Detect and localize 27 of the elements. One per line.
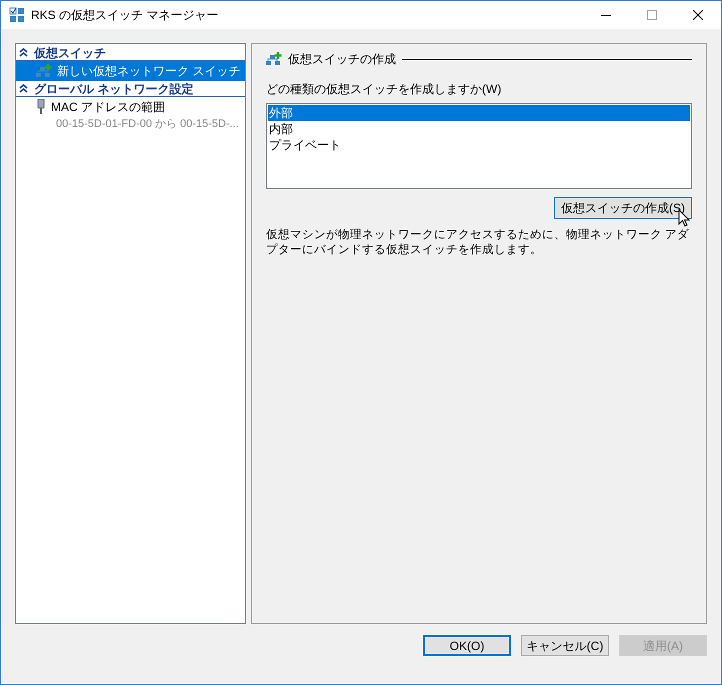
maximize-icon bbox=[647, 10, 657, 20]
tree-item[interactable]: MAC アドレスの範囲 00-15-5D-01-FD-00 から 00-15-5D-... bbox=[16, 97, 245, 134]
collapse-chevron-icon[interactable] bbox=[19, 48, 28, 57]
section-title: 仮想スイッチ bbox=[34, 44, 106, 62]
minimize-icon bbox=[601, 14, 611, 16]
list-option[interactable]: 内部 bbox=[268, 121, 690, 137]
section-title: グローバル ネットワーク設定 bbox=[34, 80, 194, 98]
dialog-button[interactable]: キャンセル(C) bbox=[521, 635, 609, 656]
item-label: 新しい仮想ネットワーク スイッチ bbox=[57, 63, 240, 80]
description-text: 仮想マシンが物理ネットワークにアクセスするために、物理ネットワーク アダプターにバインドする仮想スイッチを作成します。 bbox=[266, 228, 690, 258]
tree-item[interactable]: 新しい仮想ネットワーク スイッチ bbox=[16, 61, 245, 81]
switch-type-list[interactable]: 外部 内部 プライベート bbox=[266, 103, 692, 189]
panel-title: 仮想スイッチの作成 bbox=[288, 51, 396, 68]
list-option[interactable]: 外部 bbox=[268, 105, 690, 121]
dialog-button[interactable]: OK(O) bbox=[423, 635, 511, 656]
item-label: MAC アドレスの範囲 bbox=[51, 99, 165, 116]
network-add-icon bbox=[266, 52, 282, 66]
question-label: どの種類の仮想スイッチを作成しますか(W) bbox=[266, 81, 502, 98]
plug-icon bbox=[36, 99, 46, 115]
window-title: RKS の仮想スイッチ マネージャー bbox=[31, 7, 218, 24]
close-icon bbox=[693, 10, 703, 20]
network-add-icon bbox=[36, 64, 52, 78]
item-detail: 00-15-5D-01-FD-00 から 00-15-5D-... bbox=[55, 117, 240, 132]
app-icon bbox=[9, 7, 25, 23]
list-option[interactable]: プライベート bbox=[268, 137, 690, 153]
collapse-chevron-icon[interactable] bbox=[19, 84, 28, 93]
tree-section-header[interactable]: グローバル ネットワーク設定 bbox=[16, 81, 245, 97]
